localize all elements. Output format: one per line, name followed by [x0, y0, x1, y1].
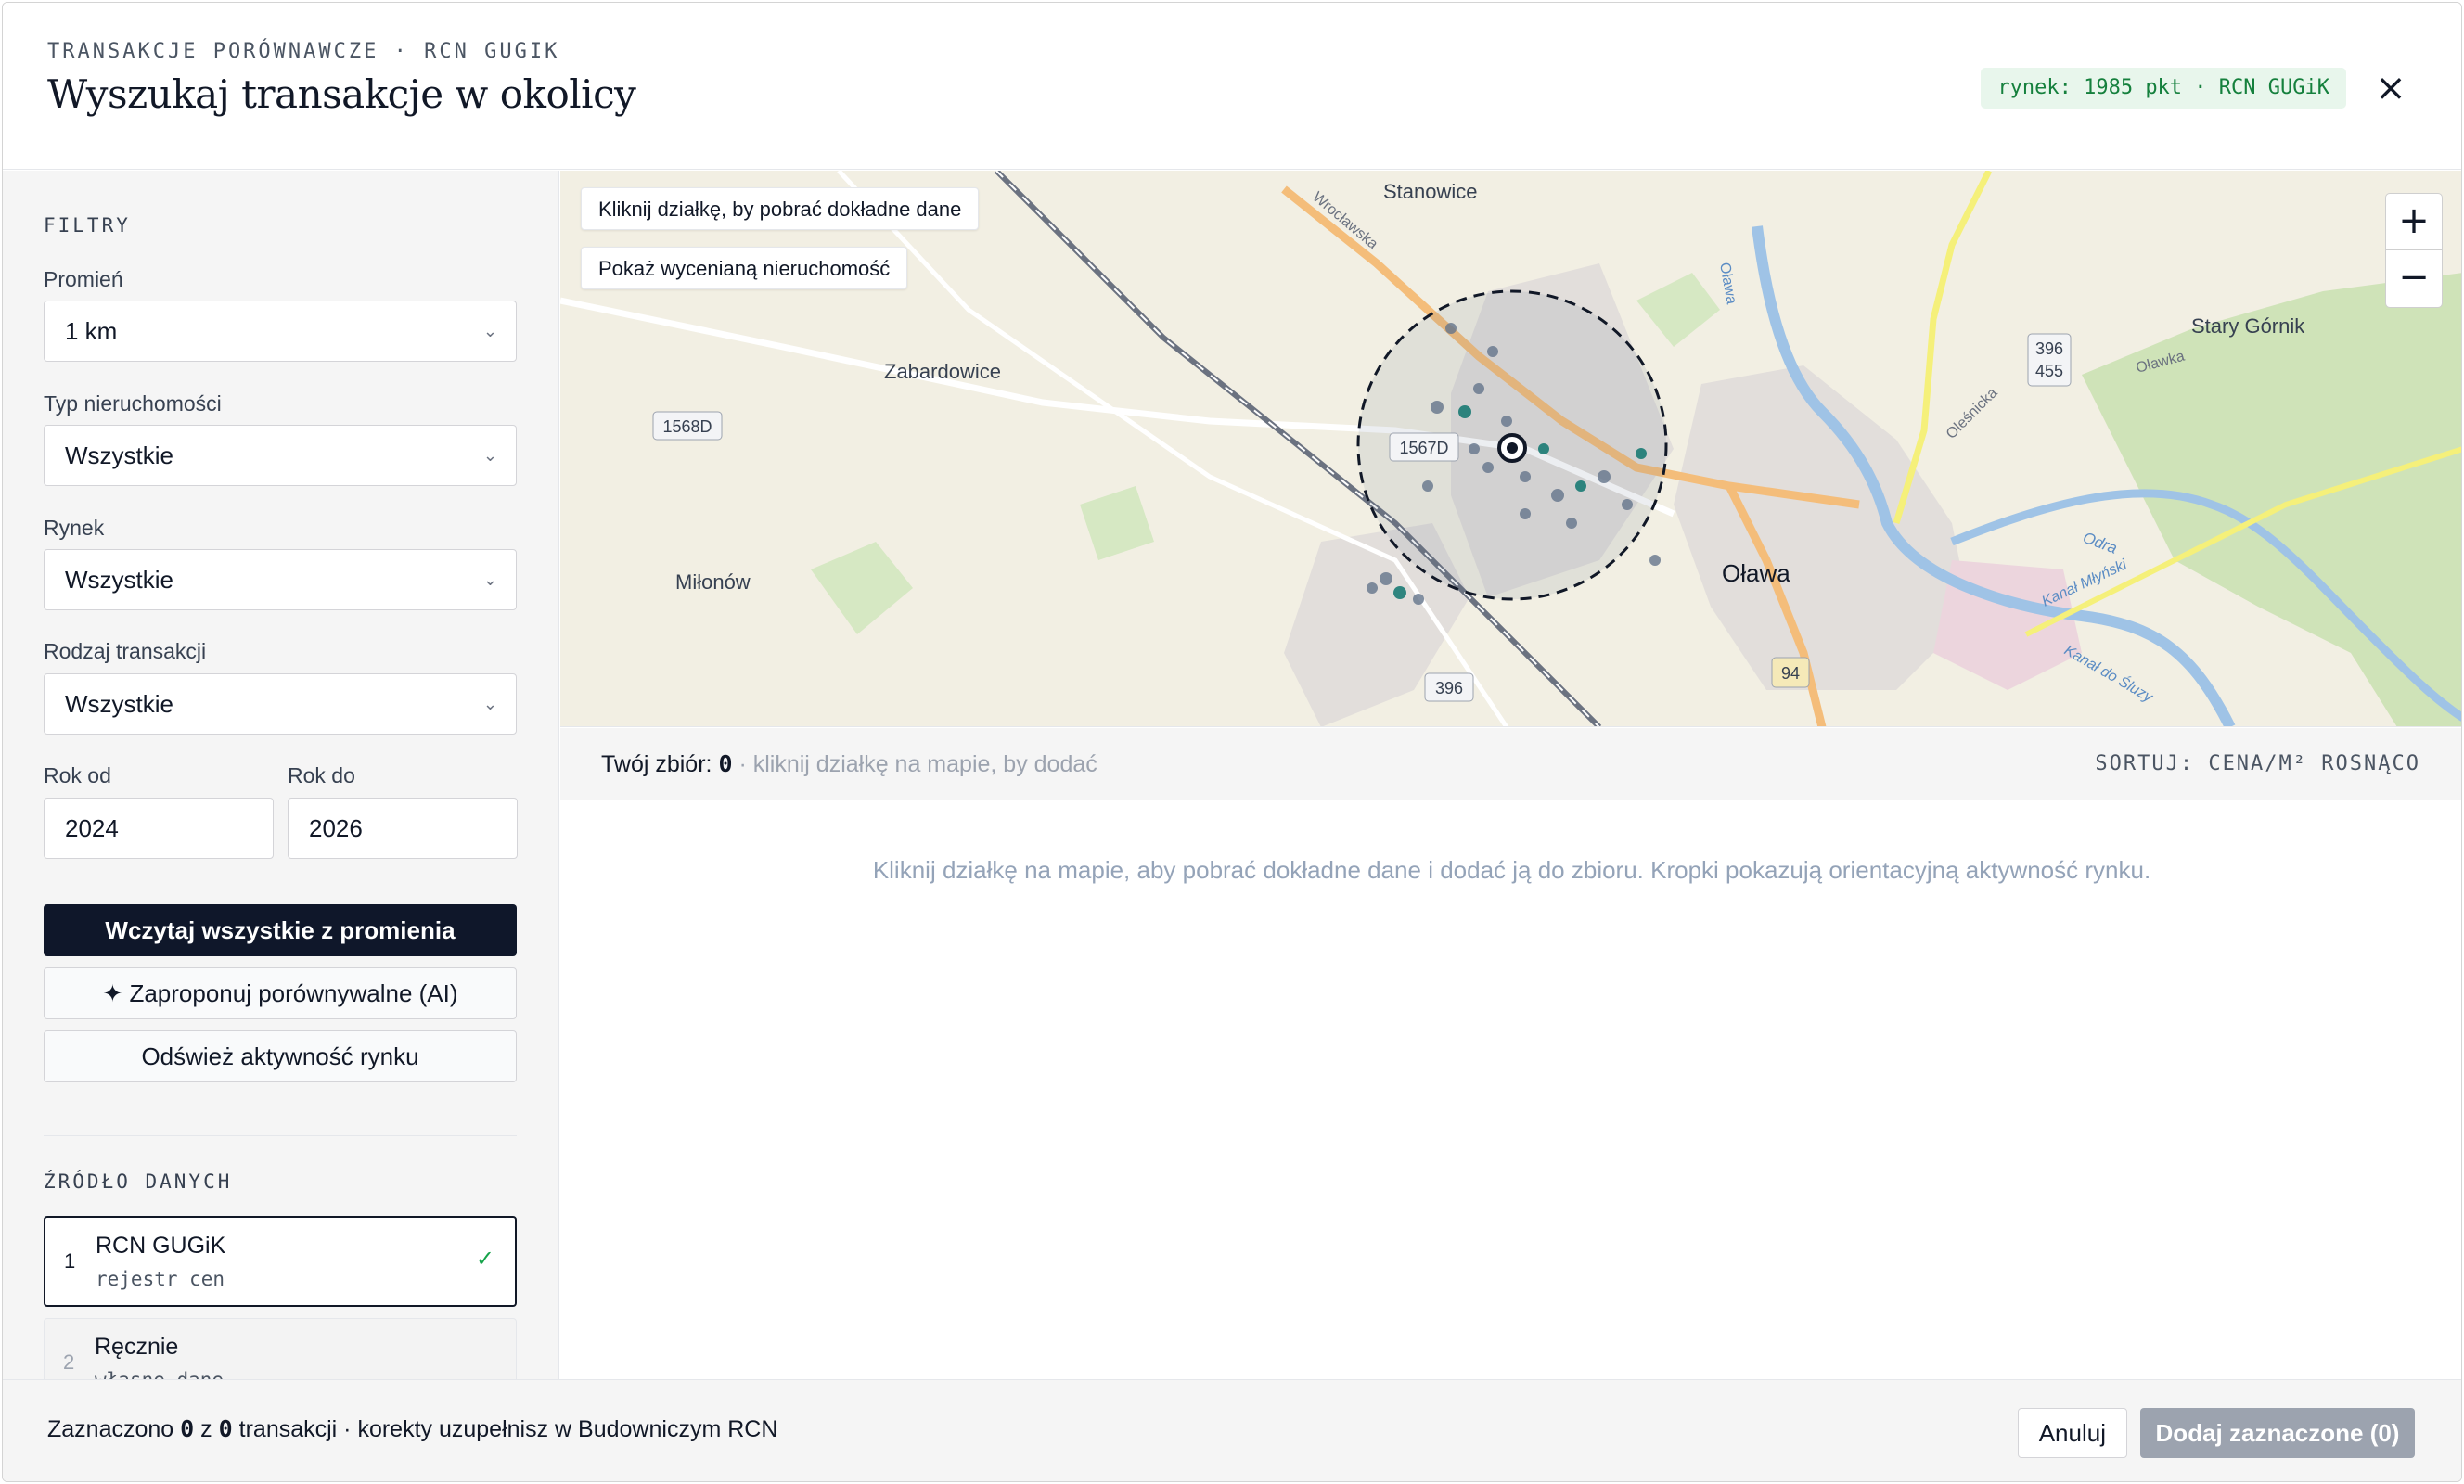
chevron-down-icon: ⌄: [482, 322, 497, 340]
zoom-in-button[interactable]: +: [2386, 194, 2442, 250]
forest-area: [811, 542, 913, 634]
radius-value: 1 km: [65, 317, 118, 345]
property-type-label: Typ nieruchomości: [44, 391, 222, 416]
year-to-input[interactable]: 2026: [288, 798, 518, 859]
radius-label: Promień: [44, 267, 123, 291]
transaction-type-select[interactable]: Wszystkie ⌄: [44, 673, 517, 735]
source-option-manual[interactable]: 2 Ręcznie własne dane: [44, 1318, 517, 1381]
data-source-title: ŹRÓDŁO DANYCH: [44, 1171, 233, 1193]
zoom-out-button[interactable]: −: [2386, 250, 2442, 307]
forest-area: [1080, 486, 1154, 560]
transaction-type-label: Rodzaj transakcji: [44, 639, 207, 663]
market-status-badge: rynek: 1985 pkt · RCN GUGiK: [1981, 68, 2346, 109]
place-label-milonow: Miłonów: [675, 570, 751, 594]
selected-prefix: Zaznaczono: [47, 1416, 174, 1442]
suggest-ai-button[interactable]: ✦ Zaproponuj porównywalne (AI): [44, 967, 517, 1019]
cancel-button[interactable]: Anuluj: [2017, 1408, 2127, 1458]
river-label-odra: Odra: [2081, 529, 2120, 557]
road-label-1567d: 1567D: [1399, 439, 1448, 457]
place-label-zabardowice: Zabardowice: [884, 360, 1001, 383]
footer-suffix: transakcji · korekty uzupełnisz w Budown…: [238, 1416, 778, 1442]
modal-footer: Zaznaczono 0 z 0 transakcji · korekty uz…: [3, 1379, 2461, 1481]
comparable-transactions-modal: TRANSAKCJE PORÓWNAWCZE · RCN GUGIK Wyszu…: [2, 2, 2462, 1482]
set-hint: · kliknij działkę na mapie, by dodać: [738, 751, 1097, 777]
selection-summary: Twój zbiór: 0 · kliknij działkę na mapie…: [601, 750, 1097, 778]
check-icon: ✓: [475, 1247, 494, 1272]
source-name: RCN GUGiK: [96, 1233, 226, 1259]
chevron-down-icon: ⌄: [482, 570, 497, 589]
radius-select[interactable]: 1 km ⌄: [44, 301, 517, 362]
show-valued-property-button[interactable]: Pokaż wycenianą nieruchomość: [581, 247, 908, 289]
transaction-type-value: Wszystkie: [65, 690, 173, 718]
footer-status: Zaznaczono 0 z 0 transakcji · korekty uz…: [47, 1415, 777, 1443]
road-label-396-top: 396: [2035, 339, 2063, 358]
place-label-stary-gornik: Stary Górnik: [2191, 314, 2305, 338]
set-label: Twój zbiór:: [601, 751, 712, 777]
chevron-down-icon: ⌄: [482, 695, 497, 713]
chevron-down-icon: ⌄: [482, 446, 497, 465]
modal-eyebrow: TRANSAKCJE PORÓWNAWCZE · RCN GUGIK: [47, 40, 560, 63]
refresh-market-button[interactable]: Odśwież aktywność rynku: [44, 1030, 517, 1082]
results-bar: Twój zbiór: 0 · kliknij działkę na mapie…: [560, 728, 2461, 800]
year-from-input[interactable]: 2024: [44, 798, 274, 859]
place-label-olawa: Oława: [1722, 559, 1790, 587]
year-from-label: Rok od: [44, 763, 111, 787]
subject-property-marker-core: [1507, 442, 1518, 454]
market-label: Rynek: [44, 516, 105, 540]
map-tip-click-parcel: Kliknij działkę, by pobrać dokładne dane: [581, 187, 980, 230]
market-select[interactable]: Wszystkie ⌄: [44, 549, 517, 610]
forest-area: [2082, 273, 2461, 726]
road-label-455: 455: [2035, 362, 2063, 380]
empty-state-message: Kliknij działkę na mapie, aby pobrać dok…: [872, 856, 2151, 884]
property-type-value: Wszystkie: [65, 441, 173, 469]
modal-title: Wyszukaj transakcje w okolicy: [47, 71, 636, 117]
set-count: 0: [718, 750, 733, 777]
property-type-select[interactable]: Wszystkie ⌄: [44, 425, 517, 486]
sidebar-divider: [44, 1135, 517, 1136]
source-option-rcn[interactable]: 1 RCN GUGiK rejestr cen ✓: [44, 1216, 517, 1307]
source-number: 2: [63, 1350, 75, 1374]
selected-count: 0: [180, 1415, 195, 1442]
regional-road: [1893, 171, 1993, 525]
source-subtitle: rejestr cen: [96, 1268, 225, 1290]
road-label-396: 396: [1435, 679, 1463, 697]
sort-toggle[interactable]: SORTUJ: CENA/M² ROSNĄCO: [2095, 752, 2420, 775]
forest-area: [1636, 273, 1720, 347]
transactions-map[interactable]: Stanowice Zabardowice Miłonów Oława Star…: [560, 171, 2461, 727]
filters-title: FILTRY: [44, 214, 131, 237]
source-name: Ręcznie: [95, 1334, 179, 1360]
place-label-stanowice: Stanowice: [1383, 180, 1478, 203]
street-label-olesnicka: Oleśnicka: [1944, 385, 2001, 442]
year-to-label: Rok do: [288, 763, 355, 787]
total-count: 0: [218, 1415, 233, 1442]
river-label-olawa: Oława: [1716, 262, 1739, 306]
of-label: z: [200, 1416, 212, 1442]
add-selected-button[interactable]: Dodaj zaznaczone (0): [2140, 1408, 2415, 1458]
market-value: Wszystkie: [65, 566, 173, 594]
canal-label-do-sluzy: Kanał do Śluzy: [2061, 641, 2157, 706]
modal-header: TRANSAKCJE PORÓWNAWCZE · RCN GUGIK Wyszu…: [3, 3, 2461, 170]
source-number: 1: [64, 1249, 76, 1273]
road-label-94: 94: [1781, 664, 1800, 683]
road-label-1568d: 1568D: [662, 417, 712, 436]
load-all-button[interactable]: Wczytaj wszystkie z promienia: [44, 904, 517, 956]
map-zoom-control: + −: [2385, 193, 2443, 308]
close-icon[interactable]: ×: [2372, 70, 2409, 107]
filters-sidebar: FILTRY Promień 1 km ⌄ Typ nieruchomości …: [3, 171, 559, 1381]
